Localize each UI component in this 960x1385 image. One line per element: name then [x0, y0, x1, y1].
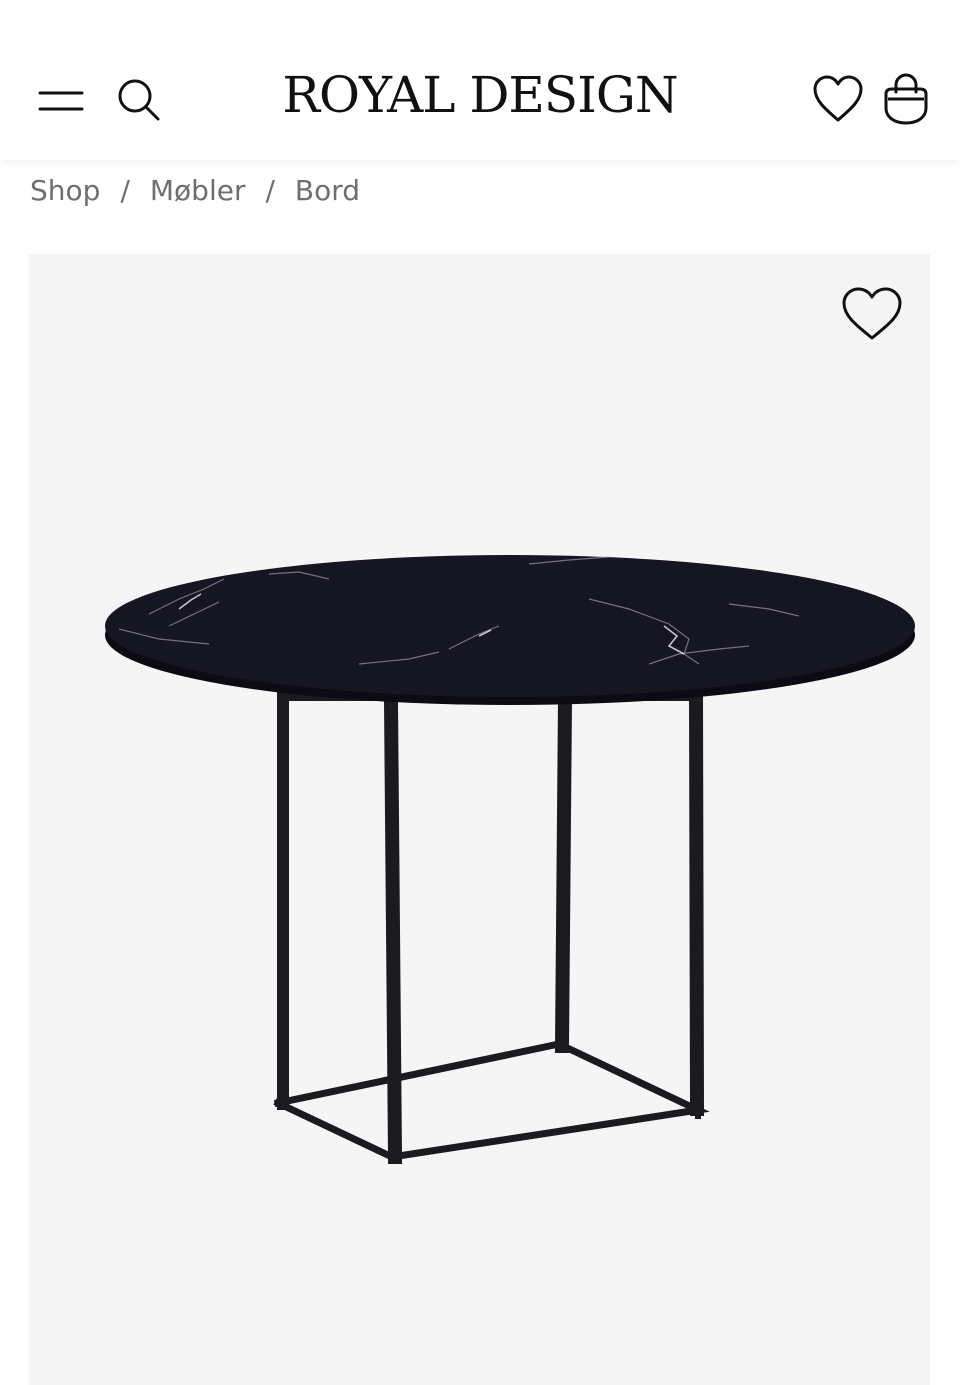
wishlist-heart-icon[interactable] [812, 74, 864, 124]
breadcrumb-separator: / [120, 174, 130, 207]
breadcrumb-separator: / [265, 174, 275, 207]
shopping-bag-icon[interactable] [882, 72, 930, 126]
product-image-panel[interactable] [29, 254, 930, 1385]
breadcrumb-item-mobler[interactable]: Møbler [150, 174, 246, 207]
site-header: ROYAL DESIGN [0, 0, 960, 160]
breadcrumb: Shop / Møbler / Bord [30, 174, 360, 207]
breadcrumb-item-shop[interactable]: Shop [30, 174, 100, 207]
round-marble-dining-table-image [105, 555, 915, 1165]
breadcrumb-item-bord[interactable]: Bord [295, 174, 360, 207]
